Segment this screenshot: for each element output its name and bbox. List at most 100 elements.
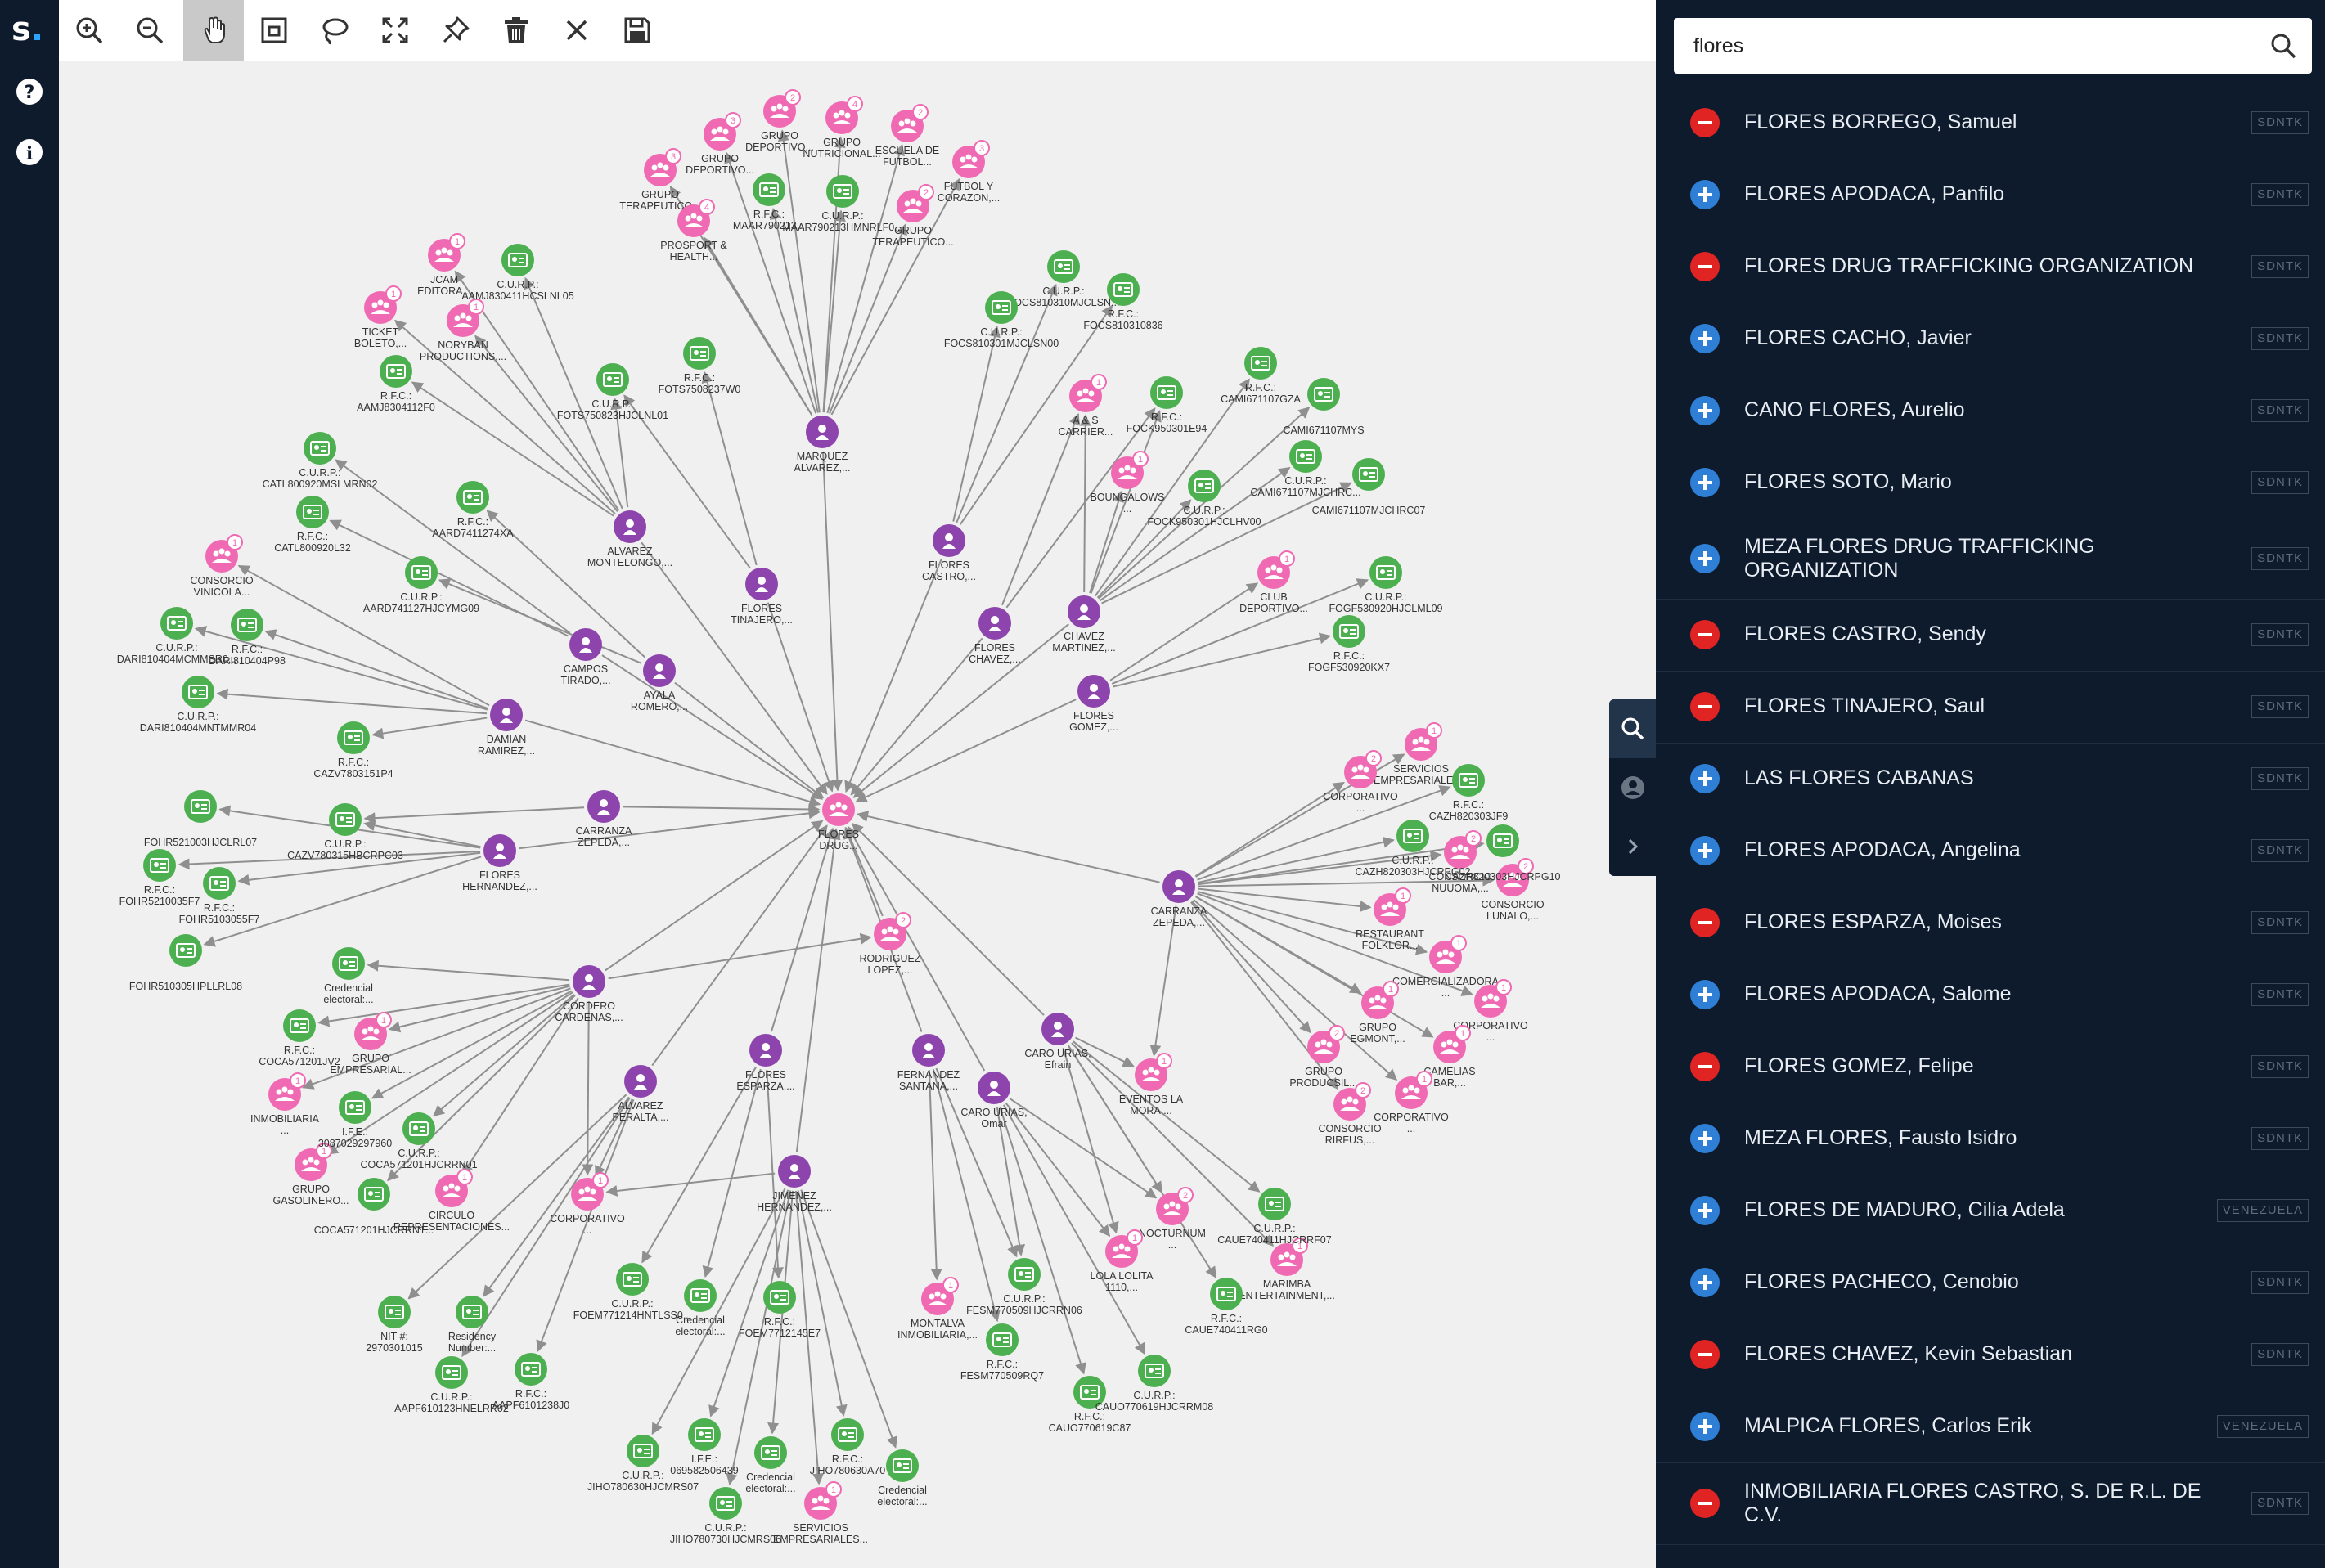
id-card-icon[interactable] [402, 1112, 435, 1145]
person-node[interactable]: CARO URIAS,Efrain [1024, 1013, 1091, 1071]
id-card-icon[interactable] [405, 556, 438, 589]
id-card-icon[interactable] [688, 1418, 721, 1451]
id-document-node[interactable]: R.F.C.:FOTS7508237W0 [659, 337, 741, 395]
lasso-icon[interactable] [304, 0, 365, 61]
organization-node[interactable]: 1 NORYBANPRODUCTIONS,... [420, 299, 506, 362]
result-name[interactable]: FLORES ESPARZA, Moises [1744, 910, 2202, 934]
person-node[interactable]: CARO URIAS,Omar [960, 1072, 1028, 1130]
result-name[interactable]: FLORES CASTRO, Sendy [1744, 622, 2202, 646]
id-card-icon[interactable] [332, 947, 365, 980]
network-graph[interactable]: FLORESDRUG...MARQUEZALVAREZ,...ALVAREZMO… [59, 61, 1656, 1568]
add-icon[interactable] [1690, 836, 1720, 865]
result-name[interactable]: MEZA FLORES DRUG TRAFFICKING ORGANIZATIO… [1744, 535, 2202, 582]
organization-icon[interactable] [822, 793, 855, 826]
organization-node[interactable]: 2GRUPODEPORTIVO... [745, 89, 814, 153]
id-card-icon[interactable] [304, 432, 336, 465]
result-row[interactable]: FLORES DE MADURO, Cilia Adela VENEZUELA [1656, 1175, 2325, 1247]
result-row[interactable]: FLORES BORREGO, Samuel SDNTK [1656, 87, 2325, 159]
result-name[interactable]: FLORES GOMEZ, Felipe [1744, 1054, 2202, 1078]
help-icon[interactable]: ? [15, 77, 44, 106]
add-icon[interactable] [1690, 1196, 1720, 1225]
id-document-node[interactable]: I.F.E.:3087029297960 [318, 1091, 392, 1149]
result-name[interactable]: MEZA FLORES, Fausto Isidro [1744, 1126, 2202, 1150]
person-node[interactable]: MARQUEZALVAREZ,... [794, 416, 851, 474]
id-document-node[interactable]: C.U.R.P.:FOGF530920HJCLML09 [1329, 556, 1443, 614]
id-card-icon[interactable] [501, 244, 534, 276]
id-card-icon[interactable] [627, 1435, 659, 1467]
id-card-icon[interactable] [296, 496, 329, 528]
id-card-icon[interactable] [763, 1281, 796, 1314]
save-icon[interactable] [607, 0, 668, 61]
id-card-icon[interactable] [169, 934, 202, 967]
id-card-icon[interactable] [616, 1263, 649, 1296]
organization-node[interactable]: 2CONSORCIONUUOMA,... [1428, 830, 1492, 894]
remove-icon[interactable] [1690, 1340, 1720, 1369]
result-name[interactable]: FLORES DE MADURO, Cilia Adela [1744, 1198, 2202, 1222]
remove-icon[interactable] [1690, 252, 1720, 281]
result-row[interactable]: CANO FLORES, Aurelio SDNTK [1656, 375, 2325, 447]
remove-icon[interactable] [1690, 108, 1720, 137]
id-document-node[interactable]: R.F.C.:FOEM7712145E7 [739, 1281, 821, 1339]
id-document-node[interactable]: R.F.C.:FOHR5210035F7 [119, 849, 200, 907]
id-document-node[interactable]: COCA571201HJCRRN1... [314, 1178, 434, 1236]
delete-icon[interactable] [486, 0, 546, 61]
id-document-node[interactable]: C.U.R.P.:AAMJ830411HCSLNL05 [461, 244, 574, 302]
id-document-node[interactable]: C.U.R.P.:DARI810404MNTMMR04 [140, 676, 256, 734]
organization-node[interactable]: 1 INMOBILIARIA... [250, 1072, 320, 1136]
organization-node[interactable]: 1 TICKETBOLETO,... [354, 285, 407, 349]
select-box-icon[interactable] [244, 0, 304, 61]
id-document-node[interactable]: C.U.R.P.:CATL800920MSLMRN02 [263, 432, 378, 490]
fit-screen-icon[interactable] [365, 0, 425, 61]
search-icon[interactable] [1609, 699, 1656, 758]
person-node[interactable]: FLORESHERNANDEZ,... [462, 834, 537, 892]
search-input[interactable] [1674, 18, 2246, 74]
result-row[interactable]: FLORES PACHECO, Cenobio SDNTK [1656, 1247, 2325, 1319]
result-name[interactable]: FLORES APODACA, Salome [1744, 982, 2202, 1006]
id-document-node[interactable]: ResidencyNumber:... [448, 1296, 497, 1354]
id-card-icon[interactable] [1396, 820, 1429, 852]
chevron-right-icon[interactable] [1609, 817, 1656, 876]
id-document-node[interactable]: Credencialelectoral:... [745, 1436, 796, 1494]
organization-node[interactable]: 2 ESCUELA DEFUTBOL... [875, 104, 940, 168]
id-document-node[interactable]: C.U.R.P.:JIHO780630HJCMRS07 [587, 1435, 699, 1493]
close-icon[interactable] [546, 0, 607, 61]
organization-node[interactable]: 1JCAMEDITORA... [417, 233, 471, 297]
id-document-node[interactable]: I.F.E.:069582506439 [670, 1418, 739, 1476]
pan-hand-icon[interactable] [183, 0, 244, 61]
result-name[interactable]: FLORES CACHO, Javier [1744, 326, 2202, 350]
add-icon[interactable] [1690, 1412, 1720, 1441]
id-document-node[interactable]: FOHR510305HPLLRL08 [129, 934, 242, 992]
result-name[interactable]: LAS FLORES CABANAS [1744, 766, 2202, 790]
organization-node[interactable]: 1CIRCULOREPRESENTACIONES... [393, 1169, 510, 1233]
id-document-node[interactable]: Credencialelectoral:... [877, 1449, 928, 1507]
id-card-icon[interactable] [184, 790, 217, 823]
organization-node[interactable]: 1 BOUNGALOWS... [1091, 451, 1165, 514]
organization-node[interactable]: 1 RESTAURANTFOLKLOR... [1356, 887, 1424, 951]
person-node[interactable]: CARRANZAZEPEDA,... [576, 790, 632, 848]
remove-icon[interactable] [1690, 908, 1720, 937]
id-document-node[interactable]: CAMI671107MYS [1283, 378, 1365, 436]
person-node[interactable]: FLORESCHAVEZ,... [969, 607, 1021, 665]
id-document-node[interactable]: R.F.C.:CAMI671107GZA [1221, 347, 1302, 405]
result-name[interactable]: FLORES BORREGO, Samuel [1744, 110, 2202, 134]
id-card-icon[interactable] [1008, 1258, 1041, 1291]
id-document-node[interactable]: R.F.C.:AAPF6101238J0 [492, 1353, 570, 1411]
id-card-icon[interactable] [1333, 615, 1365, 648]
person-node[interactable]: JIMENEZHERNANDEZ,... [757, 1155, 832, 1213]
person-node[interactable]: CHAVEZMARTINEZ,... [1052, 595, 1116, 654]
id-card-icon[interactable] [683, 337, 716, 370]
app-logo[interactable]: s. [11, 11, 47, 47]
id-document-node[interactable]: NIT #:2970301015 [366, 1296, 423, 1354]
result-row[interactable]: FLORES APODACA, Salome SDNTK [1656, 959, 2325, 1031]
result-row[interactable]: INMOBILIARIA FLORES CASTRO, S. DE R.L. D… [1656, 1462, 2325, 1545]
id-card-icon[interactable] [378, 1296, 411, 1328]
id-document-node[interactable]: C.U.R.P.:FOEM771214HNTLSS0... [573, 1263, 692, 1321]
result-row[interactable]: FLORES APODACA, Panfilo SDNTK [1656, 159, 2325, 231]
result-row[interactable]: FLORES APODACA, Angelina SDNTK [1656, 815, 2325, 887]
add-icon[interactable] [1690, 544, 1720, 573]
zoom-out-icon[interactable] [119, 0, 180, 61]
user-icon[interactable] [1609, 758, 1656, 817]
organization-node[interactable]: 1 GRUPOEMPRESARIAL... [330, 1012, 411, 1076]
id-card-icon[interactable] [1486, 824, 1519, 857]
result-row[interactable]: FLORES DRUG TRAFFICKING ORGANIZATION SDNT… [1656, 231, 2325, 303]
